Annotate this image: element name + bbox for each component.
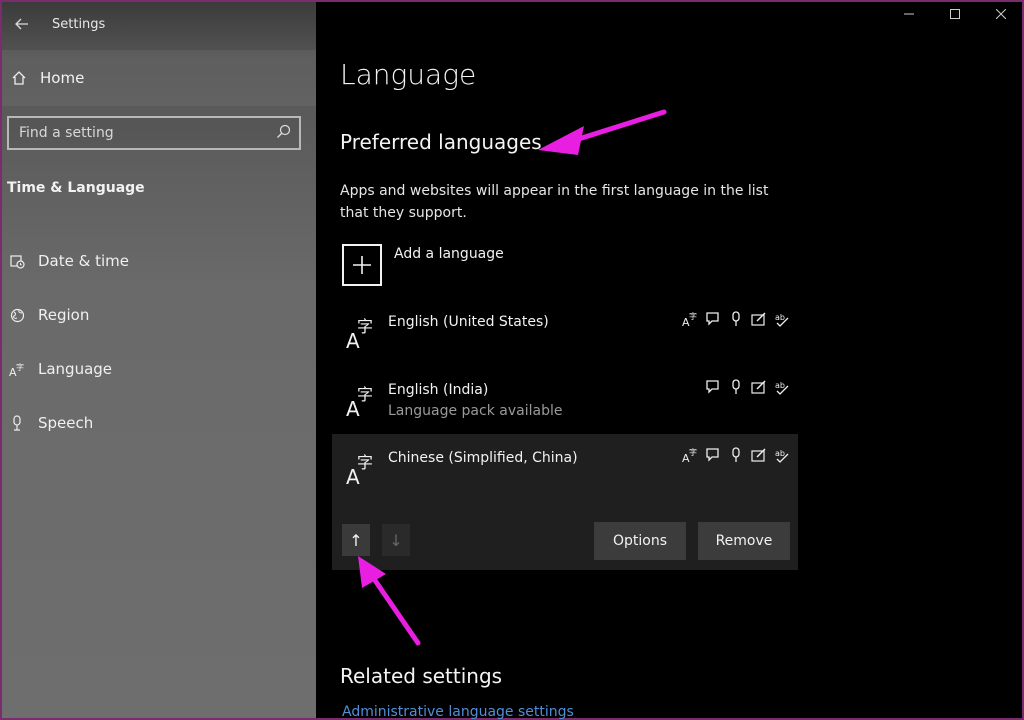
preferred-languages-description: Apps and websites will appear in the fir… (340, 183, 769, 221)
microphone-icon (727, 310, 744, 328)
svg-text:字: 字 (357, 453, 373, 472)
display-language-icon: A字 (681, 310, 698, 328)
microphone-icon (727, 378, 744, 396)
spellcheck-icon: ab (773, 310, 790, 328)
app-title: Settings (52, 16, 106, 32)
language-features: A字 ab (681, 446, 790, 464)
language-name: Chinese (Simplified, China) (388, 450, 578, 466)
sidebar-item-speech[interactable]: Speech (2, 396, 316, 450)
move-down-button[interactable]: ↓ (382, 524, 410, 556)
add-language-button[interactable]: Add a language (342, 244, 504, 286)
svg-text:ab: ab (775, 449, 785, 458)
section-title: Time & Language (7, 180, 145, 196)
handwriting-icon (750, 446, 767, 464)
plus-icon (342, 244, 382, 286)
globe-icon (8, 308, 26, 323)
home-icon (10, 70, 28, 86)
search-input[interactable] (19, 125, 259, 141)
home-label: Home (40, 69, 85, 87)
title-bar: Settings (2, 2, 316, 46)
svg-text:字: 字 (16, 362, 24, 372)
language-list: A字 English (United States) A字 ab A字 Engl… (332, 298, 798, 570)
back-button[interactable] (8, 12, 36, 36)
sidebar: Settings Home Time & Language Date & tim… (2, 2, 316, 718)
microphone-icon (727, 446, 744, 464)
speech-bubble-icon (704, 310, 721, 328)
language-features: ab (704, 378, 790, 396)
related-settings-heading: Related settings (340, 664, 503, 688)
handwriting-icon (750, 310, 767, 328)
microphone-icon (8, 415, 26, 431)
svg-text:字: 字 (689, 311, 697, 321)
sidebar-item-home[interactable]: Home (2, 50, 316, 106)
remove-button[interactable]: Remove (698, 522, 790, 560)
language-item-controls: ↑ ↓ Options Remove (342, 522, 790, 560)
spellcheck-icon: ab (773, 378, 790, 396)
language-glyph-icon: A字 (346, 317, 373, 350)
preferred-languages-heading: Preferred languages (340, 130, 542, 154)
language-name: English (United States) (388, 314, 549, 330)
sidebar-item-label: Region (38, 306, 90, 324)
administrative-language-settings-link[interactable]: Administrative language settings (342, 704, 574, 720)
back-arrow-icon (15, 18, 28, 30)
sidebar-item-label: Speech (38, 414, 94, 432)
speech-bubble-icon (704, 378, 721, 396)
language-status: Language pack available (388, 403, 563, 419)
add-language-label: Add a language (394, 246, 504, 262)
language-glyph-icon: A字 (346, 385, 373, 418)
language-features: A字 ab (681, 310, 790, 328)
svg-text:字: 字 (689, 447, 697, 457)
sidebar-item-region[interactable]: Region (2, 288, 316, 342)
spellcheck-icon: ab (773, 446, 790, 464)
options-button[interactable]: Options (594, 522, 686, 560)
language-item-english-us[interactable]: A字 English (United States) A字 ab (332, 298, 798, 366)
speech-bubble-icon (704, 446, 721, 464)
main-content: Language Preferred languages Apps and we… (332, 0, 1000, 720)
calendar-clock-icon (8, 254, 26, 269)
svg-text:字: 字 (357, 385, 373, 404)
svg-text:字: 字 (357, 317, 373, 336)
sidebar-item-label: Language (38, 360, 113, 378)
language-name: English (India) (388, 382, 489, 398)
handwriting-icon (750, 378, 767, 396)
move-up-button[interactable]: ↑ (342, 524, 370, 556)
language-icon: A字 (8, 362, 26, 377)
svg-text:ab: ab (775, 381, 785, 390)
sidebar-item-label: Date & time (38, 252, 129, 270)
language-glyph-icon: A字 (346, 453, 373, 486)
sidebar-item-language[interactable]: A字 Language (2, 342, 316, 396)
sidebar-item-date-time[interactable]: Date & time (2, 234, 316, 288)
search-icon[interactable] (276, 124, 291, 143)
display-language-icon: A字 (681, 446, 698, 464)
language-item-chinese-simplified[interactable]: A字 Chinese (Simplified, China) A字 ab ↑ ↓… (332, 434, 798, 570)
svg-text:ab: ab (775, 313, 785, 322)
search-box[interactable] (7, 116, 301, 150)
page-title: Language (340, 58, 477, 91)
language-item-english-india[interactable]: A字 English (India) Language pack availab… (332, 366, 798, 434)
sidebar-nav: Date & time Region A字 Language Speech (2, 234, 316, 450)
